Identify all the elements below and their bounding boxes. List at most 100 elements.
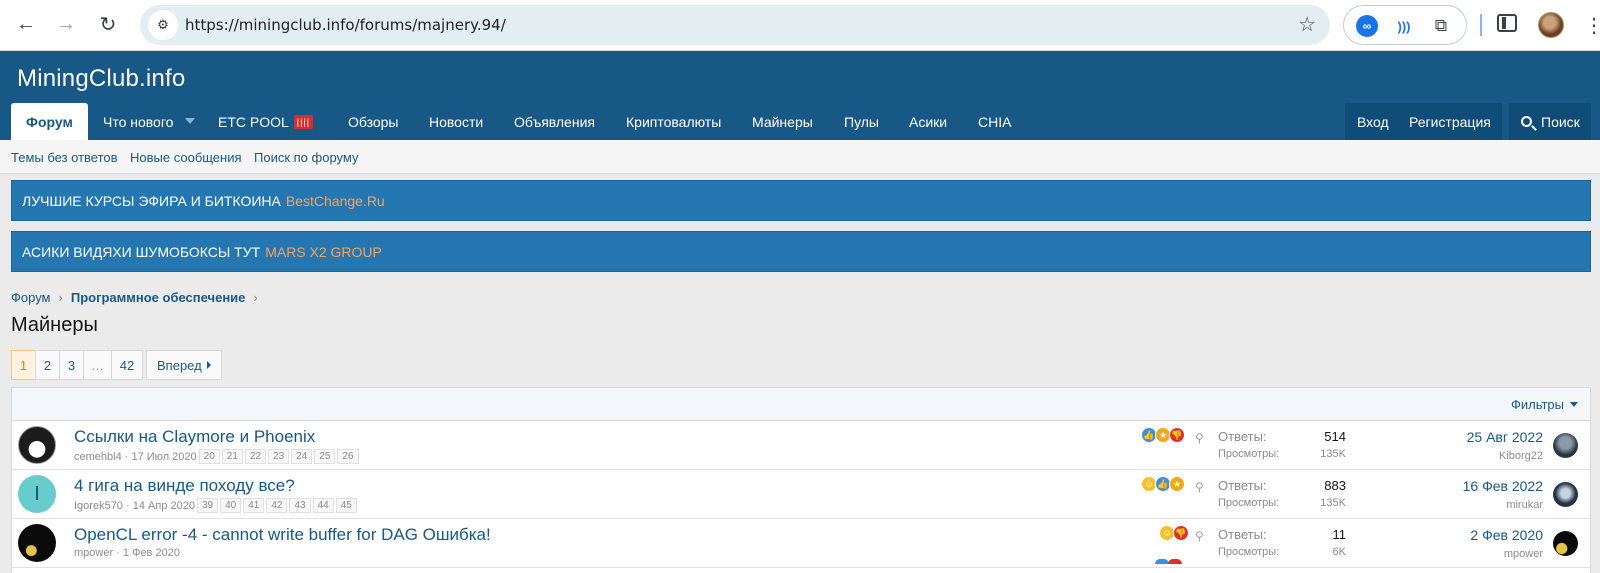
nav-tab-label: Майнеры — [752, 113, 813, 130]
page-link-1[interactable]: 1 — [11, 350, 36, 380]
subnav-search-forum-link[interactable]: Поиск по форуму — [254, 150, 358, 165]
thread-page-link[interactable]: 41 — [243, 498, 265, 513]
avatar[interactable] — [1553, 433, 1578, 458]
views-label: Просмотры: — [1218, 448, 1280, 460]
page-link-3[interactable]: 3 — [59, 350, 84, 380]
thread-page-link[interactable]: 40 — [220, 498, 242, 513]
reactions-summary[interactable]: ☺ 👍 ★ — [1141, 476, 1185, 492]
thread-page-link[interactable]: 22 — [244, 449, 267, 464]
address-bar[interactable]: ⚙ https://miningclub.info/forums/majnery… — [140, 5, 1330, 45]
thread-page-link[interactable]: 44 — [312, 498, 334, 513]
breadcrumb-forum-link[interactable]: Форум — [11, 290, 51, 305]
avatar[interactable] — [18, 524, 56, 562]
love-reaction-icon: ★ — [1169, 476, 1185, 492]
ad-banner-mars[interactable]: АСИКИ ВИДЯХИ ШУМОБОКСЫ ТУТ MARS X2 GROUP — [11, 231, 1591, 272]
nav-tab-reviews[interactable]: Обзоры — [333, 103, 414, 140]
banner-text: АСИКИ ВИДЯХИ ШУМОБОКСЫ ТУТ — [22, 243, 261, 260]
last-post-user-link[interactable]: Kiborg22 — [1499, 450, 1543, 462]
login-button[interactable]: Вход — [1357, 103, 1389, 140]
thread-page-link[interactable]: 43 — [289, 498, 311, 513]
profile-avatar[interactable] — [1538, 12, 1564, 38]
table-row: OpenCL error -4 - cannot write buffer fo… — [12, 519, 1590, 568]
bookmark-star-icon[interactable]: ☆ — [1298, 12, 1316, 37]
avatar[interactable]: I — [18, 475, 56, 513]
site-logo[interactable]: MiningClub.info — [17, 65, 185, 93]
reload-icon[interactable]: ↻ — [92, 8, 124, 40]
thread-page-link[interactable]: 42 — [266, 498, 288, 513]
menu-kebab-icon[interactable]: ⋮ — [1584, 13, 1600, 38]
thread-title-link[interactable]: OpenCL error -4 - cannot write buffer fo… — [74, 525, 491, 545]
table-row: I 4 гига на винде походу все? Igorek570 … — [12, 470, 1590, 519]
thread-author-link[interactable]: mpower — [74, 547, 113, 559]
nav-tab-whats-new[interactable]: Что нового — [88, 103, 188, 140]
extensions-group: ∞ ))) ⧉ — [1343, 5, 1467, 45]
search-button[interactable]: Поиск — [1509, 103, 1591, 140]
reactions-summary[interactable]: 👍 ★ 👎 — [1141, 427, 1185, 443]
breadcrumb-software-link[interactable]: Программное обеспечение — [71, 290, 246, 305]
thread-page-link[interactable]: 26 — [337, 449, 359, 464]
last-post-date-link[interactable]: 2 Фев 2020 — [1470, 527, 1543, 543]
nav-tab-forum[interactable]: Форум — [11, 103, 88, 140]
ad-banner-bestchange[interactable]: ЛУЧШИЕ КУРСЫ ЭФИРА И БИТКОИНА BestChange… — [11, 180, 1591, 221]
thread-page-link[interactable]: 23 — [268, 449, 290, 464]
thread-date[interactable]: 14 Апр 2020 — [133, 500, 195, 512]
last-post-date-link[interactable]: 16 Фев 2022 — [1463, 478, 1543, 494]
thread-page-link[interactable]: 20 — [198, 449, 220, 464]
nav-tab-ads[interactable]: Объявления — [499, 103, 610, 140]
avatar[interactable] — [18, 426, 56, 464]
page-ellipsis[interactable]: … — [83, 350, 112, 380]
reactions-summary[interactable]: ☺ 👎 — [1159, 525, 1189, 541]
nav-tab-crypto[interactable]: Криптовалюты — [611, 103, 736, 140]
back-arrow-icon[interactable]: ← — [10, 8, 42, 40]
pin-icon: ⚲ — [1195, 529, 1204, 543]
thread-page-link[interactable]: 39 — [196, 498, 219, 513]
last-post-date-link[interactable]: 25 Авг 2022 — [1467, 429, 1543, 445]
banner-link[interactable]: BestChange.Ru — [286, 193, 385, 209]
extension-wave-icon[interactable]: ))) — [1393, 15, 1415, 37]
nav-tab-miners[interactable]: Майнеры — [737, 103, 828, 140]
extension-infinity-icon[interactable]: ∞ — [1356, 15, 1378, 37]
nav-tab-label: CHIA — [978, 113, 1012, 130]
subnav-new-posts-link[interactable]: Новые сообщения — [130, 150, 242, 165]
next-page-button[interactable]: Вперед — [146, 350, 222, 380]
thread-page-link[interactable]: 25 — [314, 449, 336, 464]
chevron-down-icon[interactable] — [185, 118, 195, 124]
thread-title-link[interactable]: Ссылки на Claymore и Phoenix — [74, 427, 315, 447]
last-post-user-link[interactable]: mpower — [1504, 548, 1543, 560]
nav-tab-label: Объявления — [514, 113, 595, 130]
url-text[interactable]: https://miningclub.info/forums/majnery.9… — [185, 16, 506, 34]
next-row-reactions-peek — [1155, 559, 1185, 564]
thread-date[interactable]: 17 Июл 2020 — [131, 451, 196, 463]
avatar[interactable] — [1553, 531, 1578, 556]
nav-tab-asics[interactable]: Асики — [894, 103, 962, 140]
extensions-puzzle-icon[interactable]: ⧉ — [1430, 15, 1452, 37]
thread-author-link[interactable]: cemehbl4 — [74, 451, 122, 463]
page-title: Майнеры — [11, 314, 98, 336]
replies-count: 883 — [1324, 478, 1346, 493]
thread-page-link[interactable]: 21 — [221, 449, 243, 464]
forward-arrow-icon[interactable]: → — [50, 8, 82, 40]
last-post-user-link[interactable]: mirukar — [1506, 499, 1543, 511]
thread-title-link[interactable]: 4 гига на винде походу все? — [74, 476, 295, 496]
nav-tab-etc-pool[interactable]: ETC POOL |||| — [203, 103, 328, 140]
nav-tab-label: Что нового — [103, 113, 174, 130]
thread-page-link[interactable]: 24 — [291, 449, 313, 464]
filters-button[interactable]: Фильтры — [1511, 397, 1578, 412]
nav-tab-chia[interactable]: CHIA — [963, 103, 1026, 140]
dislike-reaction-icon: 👎 — [1173, 525, 1189, 541]
nav-tab-news[interactable]: Новости — [414, 103, 498, 140]
thread-page-link[interactable]: 45 — [335, 498, 357, 513]
sub-navigation: Темы без ответов Новые сообщения Поиск п… — [0, 140, 1600, 174]
nav-tab-pools[interactable]: Пулы — [829, 103, 894, 140]
page-link-42[interactable]: 42 — [111, 350, 143, 380]
subnav-unanswered-link[interactable]: Темы без ответов — [11, 150, 118, 165]
thread-author-link[interactable]: Igorek570 — [74, 500, 123, 512]
side-panel-icon[interactable] — [1497, 14, 1517, 32]
register-button[interactable]: Регистрация — [1409, 103, 1491, 140]
views-label: Просмотры: — [1218, 546, 1280, 558]
thread-date[interactable]: 1 Фев 2020 — [123, 547, 180, 559]
site-settings-icon[interactable]: ⚙ — [148, 10, 178, 40]
avatar[interactable] — [1553, 482, 1578, 507]
banner-link[interactable]: MARS X2 GROUP — [265, 244, 382, 260]
page-link-2[interactable]: 2 — [35, 350, 60, 380]
